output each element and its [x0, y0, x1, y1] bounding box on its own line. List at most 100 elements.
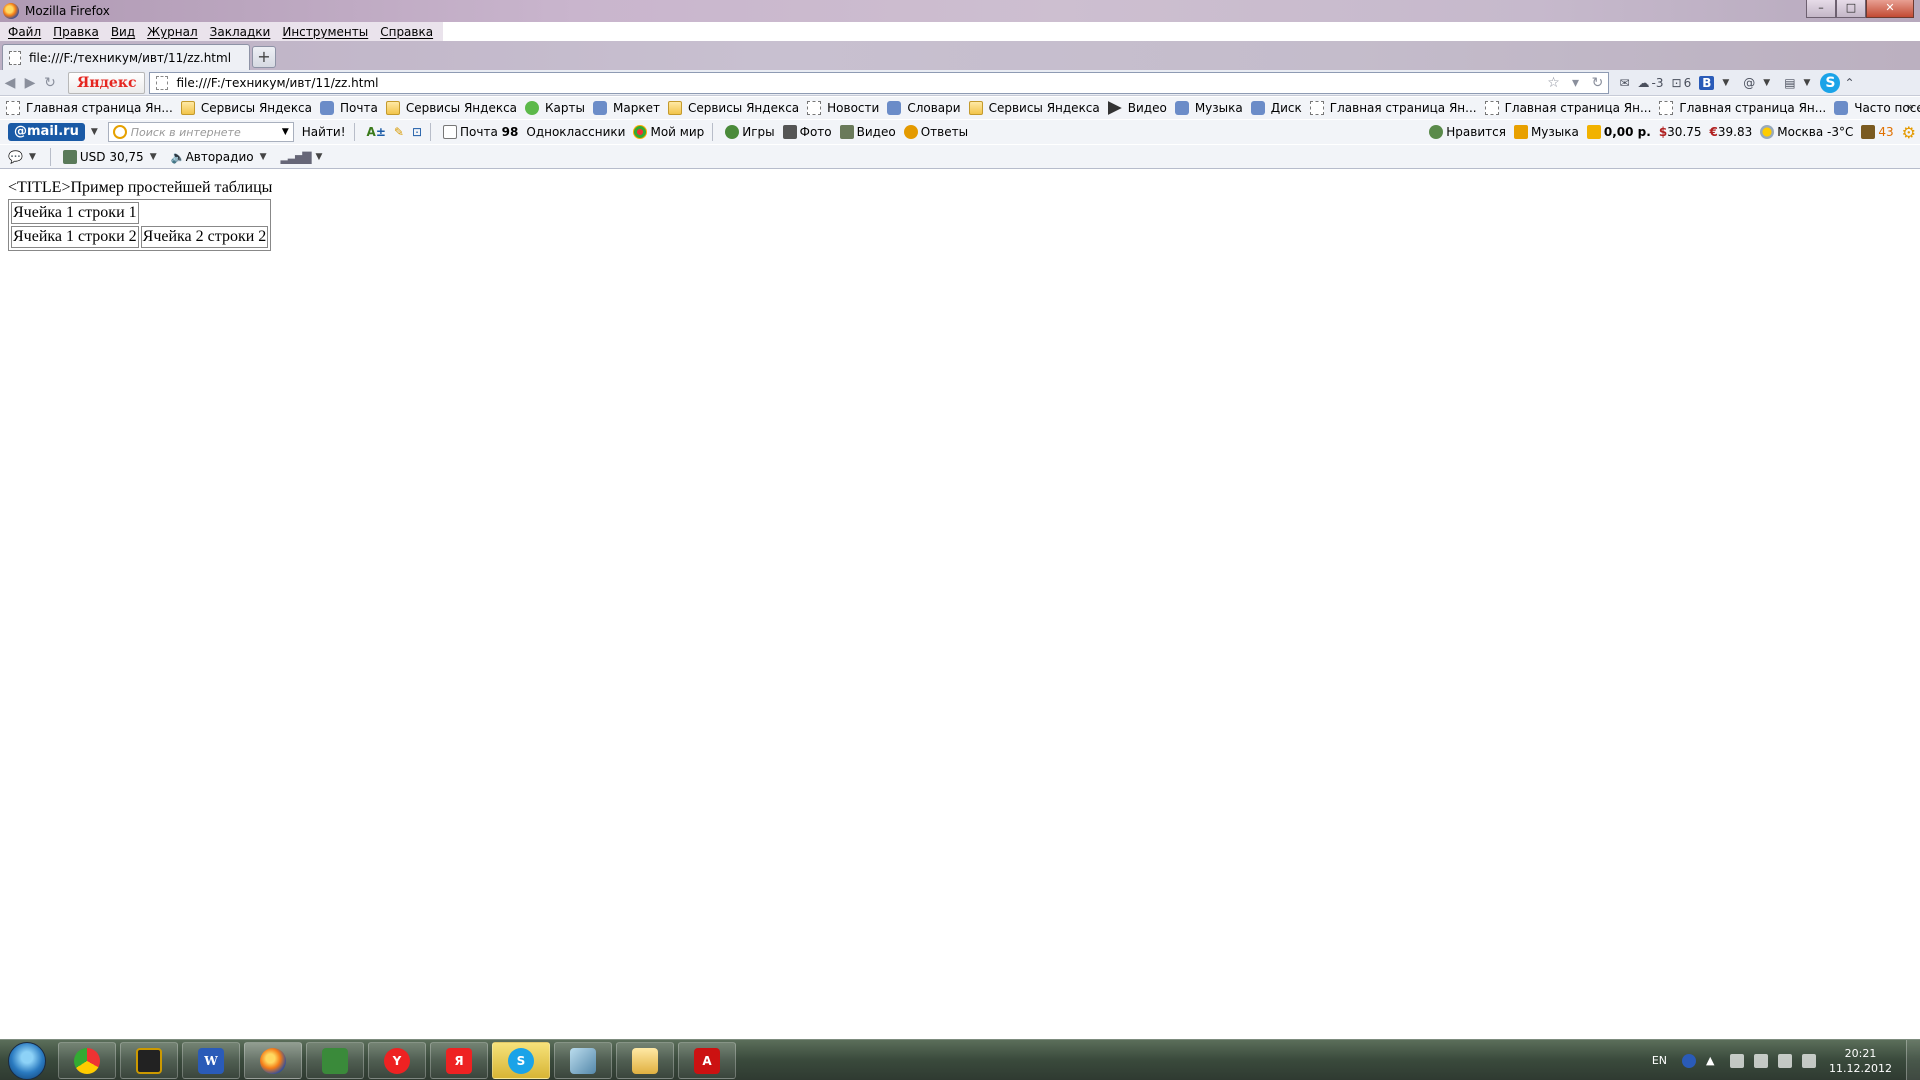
bookmark-item[interactable]: Видео [1107, 101, 1167, 115]
bookmark-item[interactable]: Карты [525, 101, 585, 115]
mail-envelope-icon[interactable]: ✉ [1619, 76, 1629, 90]
bookmark-item[interactable]: Музыка [1174, 101, 1243, 115]
bookmark-item[interactable]: Почта [320, 101, 378, 115]
bookmark-item[interactable]: Главная страница Ян... [1309, 101, 1477, 115]
taskbar-skype[interactable]: S [492, 1042, 550, 1079]
chevron-down-icon[interactable]: ▼ [315, 152, 322, 162]
taskbar-terminal[interactable] [120, 1042, 178, 1079]
menu-edit[interactable]: Правка [47, 25, 105, 39]
taskbar-word[interactable]: W [182, 1042, 240, 1079]
chat-bubble-icon[interactable]: 💬 [8, 150, 23, 164]
bookmark-item[interactable]: Главная страница Ян... [6, 101, 173, 115]
menu-bookmarks[interactable]: Закладки [204, 25, 277, 39]
clock[interactable]: 20:21 11.12.2012 [1829, 1046, 1892, 1076]
dictionary-icon [887, 101, 902, 115]
music-link[interactable]: Музыка [1513, 125, 1579, 139]
flag-icon[interactable] [1730, 1053, 1745, 1068]
menu-help[interactable]: Справка [374, 25, 439, 39]
chevron-down-icon[interactable]: ▼ [29, 152, 36, 162]
bookmark-item[interactable]: Диск [1250, 101, 1302, 115]
minimize-button[interactable]: – [1806, 0, 1836, 18]
b-button[interactable]: B ▼ [1699, 75, 1735, 90]
taskbar-yandex[interactable]: Я [430, 1042, 488, 1079]
moy-mir-link[interactable]: Мой мир [633, 125, 704, 139]
forward-arrow-icon[interactable]: ▶ [20, 73, 40, 93]
video-link[interactable]: Видео [839, 125, 896, 139]
chevron-down-icon[interactable]: ▼ [150, 152, 157, 162]
notifications-widget[interactable]: 43 [1861, 125, 1894, 139]
tab-active[interactable]: file:///F:/техникум/ивт/11/zz.html [2, 44, 250, 70]
bookmark-item[interactable]: Главная страница Ян... [1659, 101, 1826, 115]
translate-icon[interactable]: A ± [367, 125, 386, 139]
menu-file[interactable]: Файл [2, 25, 47, 39]
games-link[interactable]: Игры [725, 125, 775, 139]
bookmark-item[interactable]: Сервисы Яндекса [968, 101, 1100, 115]
taskbar-explorer[interactable] [616, 1042, 674, 1079]
menu-view[interactable]: Вид [105, 25, 141, 39]
star-icon[interactable]: ☆ [1542, 75, 1564, 91]
bookmark-item[interactable]: Сервисы Яндекса [385, 101, 517, 115]
volume-icon[interactable] [1802, 1053, 1817, 1068]
maximize-button[interactable]: □ [1836, 0, 1866, 18]
bookmark-item[interactable]: Сервисы Яндекса [180, 101, 312, 115]
reload-icon[interactable]: ↻ [1586, 75, 1608, 91]
photo-link[interactable]: Фото [782, 125, 832, 139]
taskbar-notepad[interactable] [554, 1042, 612, 1079]
language-indicator[interactable]: EN [1652, 1054, 1667, 1067]
reload-icon[interactable]: ↻ [40, 73, 60, 93]
taskbar-firefox[interactable] [244, 1042, 302, 1079]
usd-rate[interactable]: $30.75 [1659, 125, 1702, 139]
bookmark-item[interactable]: Главная страница Ян... [1484, 101, 1651, 115]
show-desktop-button[interactable] [1906, 1040, 1920, 1080]
balance-widget[interactable]: 0,00 р. [1586, 125, 1651, 139]
menu-history[interactable]: Журнал [141, 25, 204, 39]
highlight-icon[interactable]: ✎ [394, 125, 404, 139]
zoom-icon[interactable]: ⊡ [412, 125, 422, 139]
url-input[interactable]: file:///F:/техникум/ивт/11/zz.html [176, 76, 1542, 90]
device-icon[interactable] [1754, 1053, 1769, 1068]
search-input[interactable]: Поиск в интернете [131, 126, 282, 139]
network-icon[interactable] [1778, 1053, 1793, 1068]
like-button[interactable]: Нравится [1429, 125, 1506, 139]
bookmark-item[interactable]: Маркет [593, 101, 660, 115]
find-button[interactable]: Найти! [302, 125, 346, 139]
close-button[interactable]: ✕ [1866, 0, 1914, 18]
taskbar-yandex-browser[interactable]: Y [368, 1042, 426, 1079]
yandex-button[interactable]: Яндекс [68, 71, 146, 94]
new-tab-button[interactable]: + [252, 46, 276, 68]
menu-tools[interactable]: Инструменты [276, 25, 374, 39]
dropdown-arrow-icon[interactable]: ▾ [1564, 75, 1586, 91]
bookmarks-menu-icon[interactable]: ▤ ▼ [1784, 76, 1816, 90]
chevron-down-icon[interactable]: ▼ [91, 127, 98, 137]
signal-bars-icon[interactable]: ▂▃▅▇ [281, 150, 312, 164]
weather-widget[interactable]: ☁ -3 [1638, 76, 1664, 90]
weather-widget[interactable]: Москва -3°С [1760, 125, 1853, 139]
mailru-logo[interactable]: @mail.ru [8, 123, 85, 141]
eur-rate[interactable]: €39.83 [1710, 125, 1753, 139]
mailru-search-field[interactable]: Поиск в интернете ▼ [107, 122, 294, 142]
bookmark-item[interactable]: Новости [807, 101, 879, 115]
odnoklassniki-link[interactable]: Одноклассники [526, 125, 625, 139]
mail-link[interactable]: Почта 98 [443, 125, 518, 139]
taskbar-acrobat[interactable]: A [678, 1042, 736, 1079]
skype-icon[interactable]: S [1820, 72, 1841, 93]
bookmark-item[interactable]: Сервисы Яндекса [667, 101, 799, 115]
back-arrow-icon[interactable]: ◀ [0, 73, 20, 93]
collapse-arrow-icon[interactable]: ⌃ [1844, 76, 1854, 90]
chevron-down-icon[interactable]: ▼ [260, 152, 267, 162]
show-hidden-icons-icon[interactable]: ▲ [1706, 1054, 1720, 1068]
at-menu-icon[interactable]: @ ▼ [1743, 76, 1776, 90]
counter-widget[interactable]: ⊡ 6 [1672, 76, 1692, 90]
answers-link[interactable]: Ответы [903, 125, 968, 139]
radio-widget[interactable]: 🔈 Авторадио [171, 150, 254, 164]
chevron-down-icon[interactable]: ▼ [282, 127, 289, 137]
start-button[interactable] [8, 1042, 46, 1080]
bookmarks-overflow-icon[interactable]: » [1907, 100, 1914, 114]
taskbar-excel[interactable] [306, 1042, 364, 1079]
url-bar[interactable]: file:///F:/техникум/ивт/11/zz.html ☆ ▾ ↻ [149, 71, 1610, 94]
help-icon[interactable] [1682, 1053, 1697, 1068]
settings-gear-icon[interactable]: ⚙ [1902, 123, 1916, 142]
bookmark-item[interactable]: Словари [887, 101, 961, 115]
taskbar-chrome[interactable] [58, 1042, 116, 1079]
usd-widget[interactable]: USD 30,75 [62, 149, 144, 164]
